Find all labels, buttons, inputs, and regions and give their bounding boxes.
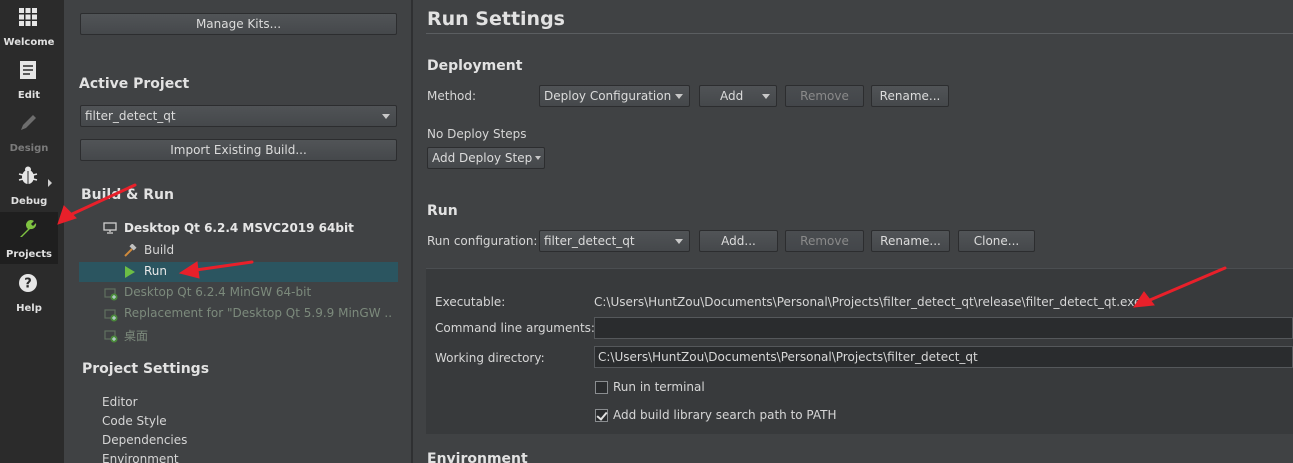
annotation-arrows	[57, 183, 1227, 308]
